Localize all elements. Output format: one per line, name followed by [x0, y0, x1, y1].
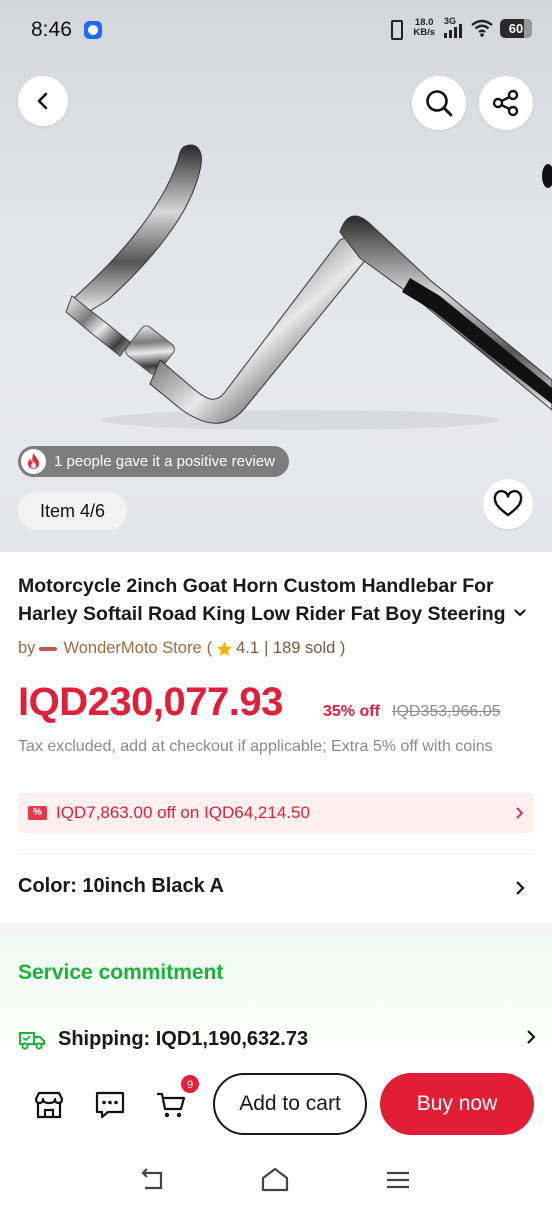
battery-level: 60	[508, 20, 524, 36]
divider	[18, 853, 534, 854]
system-home-button[interactable]	[260, 1166, 290, 1194]
coupon-text: IQD7,863.00 off on IQD64,214.50	[56, 803, 310, 822]
chevron-right-icon	[516, 807, 524, 819]
color-selector[interactable]: Color: 10inch Black A	[0, 855, 552, 921]
menu-icon	[387, 1171, 409, 1189]
system-back-button[interactable]	[138, 1166, 168, 1194]
store-info[interactable]: by WonderMoto Store ( 4.1 | 189 sold )	[18, 639, 345, 658]
chat-icon	[95, 1091, 125, 1119]
share-icon	[492, 89, 519, 117]
truck-icon	[19, 1032, 45, 1050]
chevron-right-icon[interactable]	[524, 1028, 538, 1046]
cart-icon	[157, 1092, 186, 1118]
fire-icon	[21, 449, 46, 474]
share-button[interactable]	[479, 76, 533, 130]
product-image-gallery[interactable]: 8:46 18.0 KB/s 3G 60 1 people gave it a …	[0, 0, 552, 552]
original-price: IQD353,966.05	[392, 703, 501, 720]
cart-count-badge: 9	[180, 1074, 200, 1094]
store-logo	[39, 645, 58, 653]
heart-icon	[493, 490, 523, 517]
system-navigation-bar	[0, 1142, 552, 1214]
home-icon	[261, 1167, 289, 1192]
clock: 8:46	[31, 18, 72, 41]
system-recents-button[interactable]	[383, 1166, 413, 1194]
positive-review-badge: 1 people gave it a positive review	[18, 446, 289, 477]
shipping-row[interactable]: Shipping: IQD1,190,632.73	[18, 1027, 308, 1051]
rating-open: (	[206, 639, 213, 657]
sold-count: | 189 sold )	[264, 639, 346, 657]
search-button[interactable]	[412, 76, 466, 130]
shipping-cost: Shipping: IQD1,190,632.73	[58, 1027, 309, 1050]
discount-badge: 35% off	[323, 703, 380, 720]
section-separator	[0, 922, 552, 936]
service-title: Service commitment	[18, 961, 224, 984]
status-bar: 8:46 18.0 KB/s 3G 60	[0, 0, 552, 62]
service-commitment-section: Service commitment Shipping: IQD1,190,63…	[0, 936, 552, 1066]
search-icon	[426, 90, 453, 117]
back-button[interactable]	[18, 76, 68, 126]
color-label: Color: 10inch Black A	[18, 875, 224, 897]
store-name[interactable]: WonderMoto Store	[63, 639, 201, 658]
store-button[interactable]	[32, 1088, 66, 1122]
buy-now-button[interactable]: Buy now	[380, 1073, 534, 1135]
tax-note: Tax excluded, add at checkout if applica…	[18, 738, 493, 755]
store-rating: 4.1	[236, 639, 260, 657]
system-back-icon	[141, 1168, 163, 1190]
wishlist-button[interactable]	[483, 479, 533, 529]
store-icon	[34, 1091, 64, 1119]
messenger-notification-icon	[84, 21, 102, 39]
coupon-icon: %	[28, 806, 47, 820]
star-icon	[217, 641, 233, 656]
battery-indicator: 60	[500, 18, 532, 38]
chevron-left-icon	[37, 92, 48, 110]
network-speed-unit: KB/s	[413, 27, 435, 38]
add-to-cart-button[interactable]: Add to cart	[213, 1073, 367, 1135]
network-speed: 18.0 KB/s	[413, 18, 435, 38]
cart-button[interactable]	[154, 1088, 188, 1122]
wifi-icon	[471, 19, 493, 37]
image-counter: Item 4/6	[18, 492, 128, 530]
store-prefix: by	[18, 639, 36, 657]
cellular-signal-icon: 3G	[442, 16, 464, 38]
chat-button[interactable]	[93, 1088, 127, 1122]
expand-title-chevron-down-icon[interactable]	[512, 604, 528, 620]
bottom-action-bar: 9 Add to cart Buy now	[0, 1066, 552, 1142]
chevron-right-icon	[516, 881, 525, 895]
vibrate-icon	[384, 19, 406, 40]
review-text: 1 people gave it a positive review	[54, 453, 275, 470]
coupon-banner[interactable]: % IQD7,863.00 off on IQD64,214.50	[18, 793, 534, 833]
current-price: IQD230,077.93	[18, 680, 283, 724]
product-title: Motorcycle 2inch Goat Horn Custom Handle…	[18, 575, 506, 625]
